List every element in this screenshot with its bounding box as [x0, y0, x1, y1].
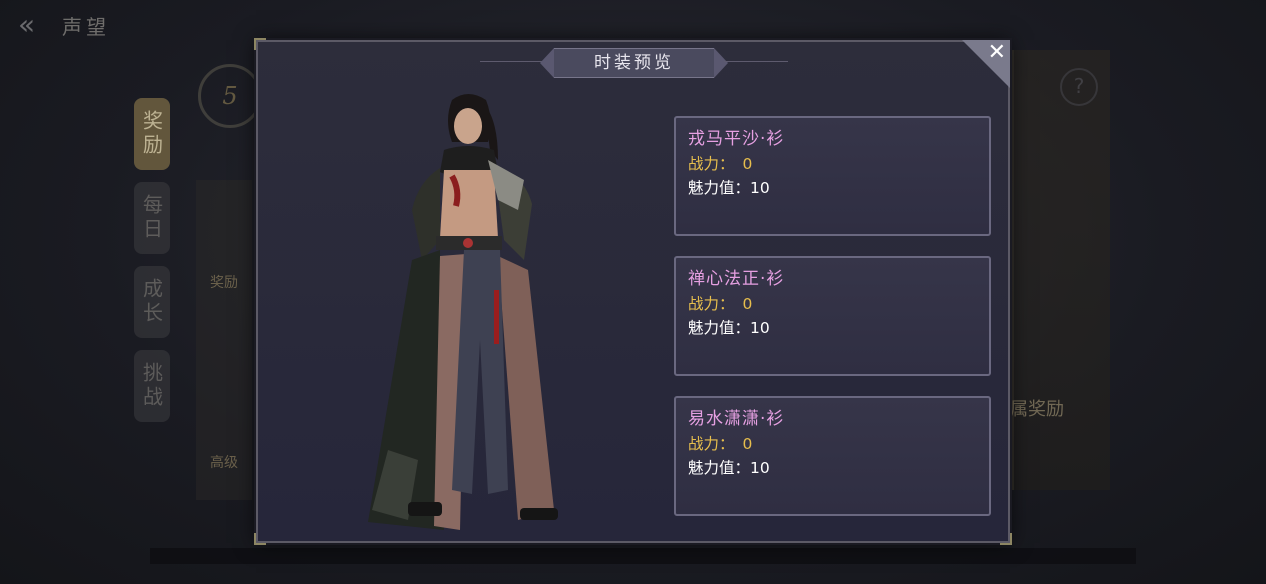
- charm-row: 魅力值：10: [688, 316, 977, 340]
- side-tab-growth[interactable]: 成长: [134, 266, 170, 338]
- power-value: 0: [742, 155, 753, 173]
- costume-name: 戎马平沙·衫: [688, 129, 785, 149]
- power-label: 战力：: [688, 295, 735, 313]
- power-label: 战力：: [688, 155, 735, 173]
- power-row: 战力： 0: [688, 292, 977, 316]
- right-panel-text: 属奖励: [1010, 399, 1064, 420]
- premium-column-label: 高级: [210, 455, 238, 471]
- costume-preview-dialog: 时装预览 ✕ 戎马平沙·衫 战力： 0 魅力值：10 禅心法正·衫 战力： 0 …: [254, 38, 1012, 545]
- title-cap-right: [714, 48, 728, 78]
- side-tab-list: 奖励 每日 成长 挑战: [134, 98, 170, 422]
- character-model-preview: [368, 94, 558, 530]
- help-icon[interactable]: ?: [1060, 68, 1098, 106]
- header-title: 声望: [62, 14, 110, 39]
- floor-bar: [150, 548, 1136, 564]
- back-arrow-icon[interactable]: «: [18, 10, 52, 40]
- back-nav[interactable]: « 声望: [18, 10, 110, 40]
- charm-row: 魅力值：10: [688, 176, 977, 200]
- charm-value: 10: [750, 179, 770, 197]
- costume-card[interactable]: 戎马平沙·衫 战力： 0 魅力值：10: [674, 116, 991, 236]
- dialog-title: 时装预览: [554, 48, 714, 78]
- charm-value: 10: [750, 319, 770, 337]
- costume-card[interactable]: 易水潇潇·衫 战力： 0 魅力值：10: [674, 396, 991, 516]
- corner-ornament: [254, 533, 266, 545]
- power-row: 战力： 0: [688, 432, 977, 456]
- corner-ornament: [1000, 533, 1012, 545]
- charm-label: 魅力值：: [688, 319, 751, 337]
- costume-name: 易水潇潇·衫: [688, 409, 785, 429]
- close-icon[interactable]: ✕: [988, 40, 1006, 65]
- costume-name: 禅心法正·衫: [688, 269, 785, 289]
- charm-value: 10: [750, 459, 770, 477]
- charm-label: 魅力值：: [688, 179, 751, 197]
- charm-label: 魅力值：: [688, 459, 751, 477]
- side-tab-rewards[interactable]: 奖励: [134, 98, 170, 170]
- charm-row: 魅力值：10: [688, 456, 977, 480]
- side-tab-daily[interactable]: 每日: [134, 182, 170, 254]
- power-value: 0: [742, 295, 753, 313]
- costume-card[interactable]: 禅心法正·衫 战力： 0 魅力值：10: [674, 256, 991, 376]
- power-value: 0: [742, 435, 753, 453]
- power-label: 战力：: [688, 435, 735, 453]
- title-cap-left: [540, 48, 554, 78]
- close-button[interactable]: ✕: [962, 40, 1010, 88]
- dialog-title-banner: 时装预览: [480, 46, 788, 78]
- power-row: 战力： 0: [688, 152, 977, 176]
- reward-column-label: 奖励: [210, 275, 238, 291]
- corner-ornament: [254, 38, 266, 50]
- level-badge: 5: [198, 64, 262, 128]
- costume-list: 戎马平沙·衫 战力： 0 魅力值：10 禅心法正·衫 战力： 0 魅力值：10 易水…: [674, 116, 991, 516]
- side-tab-challenge[interactable]: 挑战: [134, 350, 170, 422]
- right-side-panel: [1012, 50, 1110, 490]
